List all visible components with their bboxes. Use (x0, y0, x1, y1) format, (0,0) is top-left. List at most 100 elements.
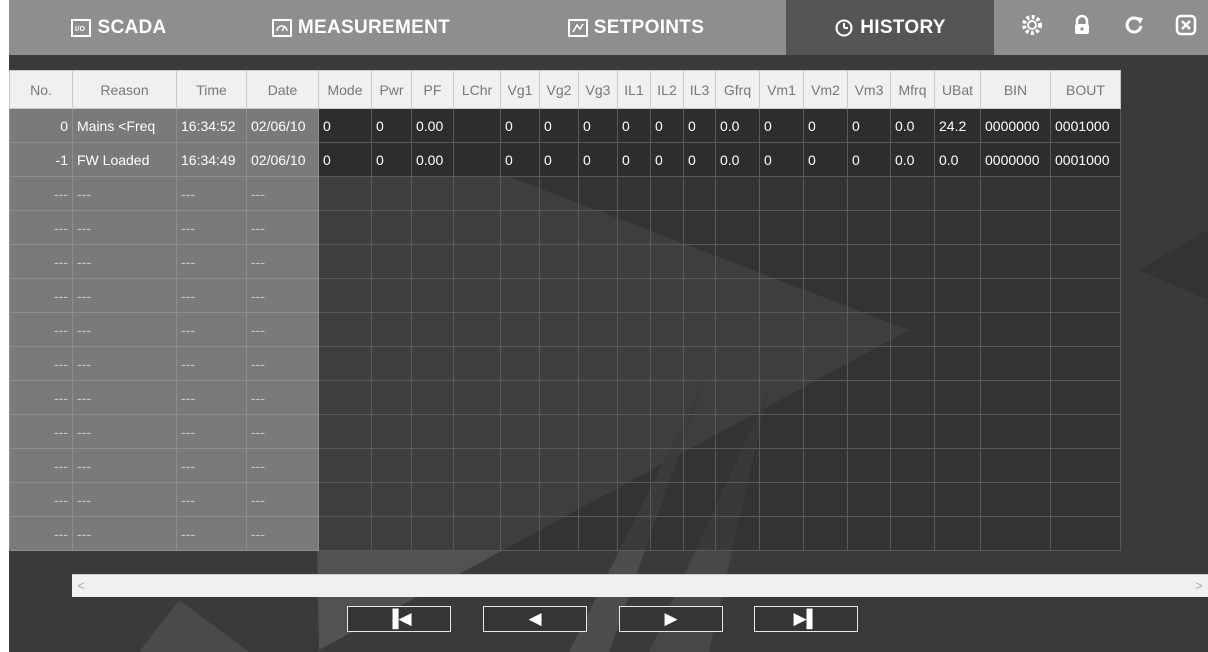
table-cell (1050, 244, 1121, 279)
table-cell (617, 244, 651, 279)
table-cell (617, 278, 651, 313)
table-row[interactable]: --- --- --- --- (9, 482, 1121, 517)
table-row[interactable]: --- --- --- --- (9, 346, 1121, 381)
close-icon (1175, 14, 1197, 41)
horizontal-scrollbar[interactable]: < > (72, 574, 1208, 597)
table-cell: --- (176, 346, 247, 381)
last-page-button[interactable]: ▶▌ (754, 606, 858, 632)
table-cell (847, 414, 891, 449)
table-cell (847, 176, 891, 211)
column-header: IL3 (683, 70, 716, 109)
table-cell (759, 448, 804, 483)
table-cell (371, 516, 412, 551)
table-cell (371, 380, 412, 415)
table-cell (617, 380, 651, 415)
table-cell (500, 210, 540, 245)
table-cell (650, 278, 684, 313)
table-cell (759, 414, 804, 449)
table-cell (759, 244, 804, 279)
table-cell (980, 414, 1051, 449)
next-page-button[interactable]: ▶ (619, 606, 723, 632)
table-cell (934, 448, 981, 483)
table-row[interactable]: --- --- --- --- (9, 176, 1121, 211)
table-cell (539, 482, 579, 517)
table-cell (934, 346, 981, 381)
table-cell: --- (246, 176, 319, 211)
table-cell: --- (176, 210, 247, 245)
table-row[interactable]: --- --- --- --- (9, 278, 1121, 313)
table-row[interactable]: 0 Mains <Freq 16:34:52 02/06/10 0 0 0.00 0 0 0 0 0 0… (9, 108, 1121, 143)
table-cell (578, 210, 618, 245)
table-cell (759, 312, 804, 347)
table-cell (980, 516, 1051, 551)
table-row[interactable]: -1 FW Loaded 16:34:49 02/06/10 0 0 0.00 0 0 0 0 0 0 0… (9, 142, 1121, 177)
table-cell (715, 448, 760, 483)
first-page-button[interactable]: ▐◀ (347, 606, 451, 632)
table-row[interactable]: --- --- --- --- (9, 210, 1121, 245)
table-cell (715, 176, 760, 211)
table-cell (890, 448, 935, 483)
table-cell (890, 244, 935, 279)
table-cell (500, 278, 540, 313)
table-cell (803, 346, 848, 381)
table-cell (371, 448, 412, 483)
previous-page-button[interactable]: ◀ (483, 606, 587, 632)
table-row[interactable]: --- --- --- --- (9, 516, 1121, 551)
table-cell (715, 210, 760, 245)
column-header: PF (411, 70, 454, 109)
table-row[interactable]: --- --- --- --- (9, 414, 1121, 449)
table-cell: --- (246, 278, 319, 313)
table-cell: --- (246, 414, 319, 449)
tab-history[interactable]: HISTORY (786, 0, 994, 55)
previous-icon: ◀ (528, 609, 542, 628)
table-cell (318, 312, 372, 347)
settings-button[interactable] (1012, 0, 1052, 55)
scroll-left-icon[interactable]: < (72, 575, 90, 597)
table-cell (411, 346, 454, 381)
table-cell (1050, 380, 1121, 415)
table-cell (371, 278, 412, 313)
table-cell: --- (176, 516, 247, 551)
table-cell (759, 346, 804, 381)
table-cell: --- (176, 448, 247, 483)
close-button[interactable] (1166, 0, 1206, 55)
table-cell: 0 (371, 142, 412, 177)
tab-measurement[interactable]: MEASUREMENT (231, 0, 491, 55)
table-cell: 0.0 (934, 142, 981, 177)
column-header: IL1 (617, 70, 651, 109)
table-cell (650, 346, 684, 381)
table-cell: 0.0 (715, 108, 760, 143)
table-cell (934, 516, 981, 551)
column-header: IL2 (650, 70, 684, 109)
table-cell (1050, 346, 1121, 381)
table-cell: 0 (617, 108, 651, 143)
table-cell (453, 516, 501, 551)
table-row[interactable]: --- --- --- --- (9, 244, 1121, 279)
scroll-right-icon[interactable]: > (1190, 575, 1208, 597)
table-cell (578, 278, 618, 313)
tab-setpoints[interactable]: SETPOINTS (496, 0, 776, 55)
lock-button[interactable] (1062, 0, 1102, 55)
table-row[interactable]: --- --- --- --- (9, 448, 1121, 483)
column-header: LChr (453, 70, 501, 109)
tab-scada[interactable]: I/O SCADA (9, 0, 229, 55)
column-header: Reason (72, 70, 177, 109)
table-cell: --- (9, 414, 73, 449)
table-cell (500, 380, 540, 415)
table-cell (453, 482, 501, 517)
table-row[interactable]: --- --- --- --- (9, 380, 1121, 415)
table-cell (890, 380, 935, 415)
table-row[interactable]: --- --- --- --- (9, 312, 1121, 347)
table-cell (934, 380, 981, 415)
refresh-button[interactable] (1114, 0, 1154, 55)
table-cell (890, 482, 935, 517)
table-cell: 0 (650, 108, 684, 143)
table-cell (318, 210, 372, 245)
table-cell (411, 244, 454, 279)
table-cell: --- (246, 244, 319, 279)
table-cell: 0 (371, 108, 412, 143)
table-cell (500, 448, 540, 483)
skip-last-icon: ▶▌ (793, 609, 819, 628)
table-cell: --- (176, 244, 247, 279)
table-cell: --- (72, 346, 177, 381)
